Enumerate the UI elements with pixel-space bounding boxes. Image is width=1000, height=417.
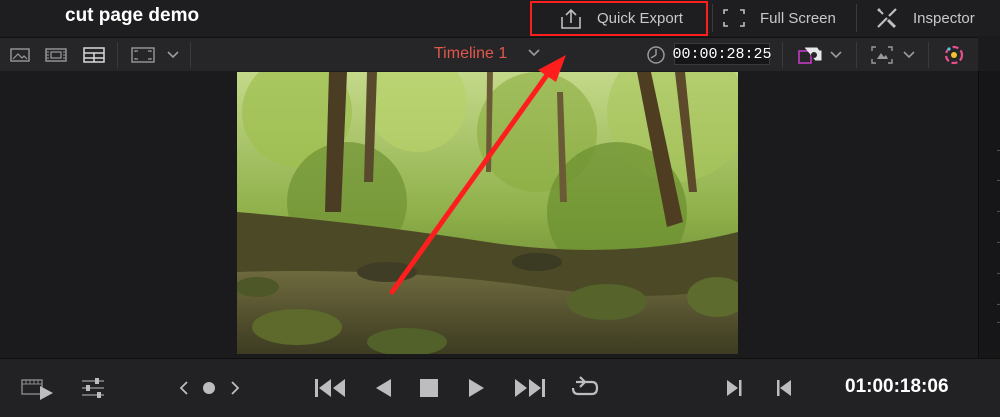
divider: [782, 42, 783, 68]
chevron-down-icon: [830, 50, 842, 58]
prev-icon: [179, 381, 188, 395]
center-dot-button[interactable]: [199, 359, 219, 417]
multi-view-button[interactable]: [80, 38, 108, 71]
chevron-down-icon: [903, 50, 915, 58]
skip-back-icon: [315, 379, 345, 397]
mark-in-button[interactable]: [720, 359, 748, 417]
camera-dropdown[interactable]: [794, 38, 846, 71]
timeline-dropdown[interactable]: [527, 46, 541, 65]
divider: [190, 42, 191, 68]
play-button[interactable]: [462, 359, 492, 417]
inspector-label: Inspector: [913, 9, 975, 27]
divider: [928, 42, 929, 68]
current-timecode: 01:00:18:06: [845, 376, 949, 397]
color-wheel-icon: [944, 45, 964, 64]
duration-timecode: 00:00:28:25: [672, 43, 772, 65]
mark-out-button[interactable]: [770, 359, 798, 417]
mark-in-icon: [727, 380, 742, 396]
audio-meter-scale: - - - - - - -: [978, 71, 1000, 358]
inspector-icon: [877, 8, 897, 29]
top-bar: cut page demo Quick Export Full Screen I…: [0, 0, 1000, 36]
film-strip-button[interactable]: [42, 38, 70, 71]
chevron-down-icon: [528, 49, 540, 57]
next-button[interactable]: [225, 359, 245, 417]
play-clip-button[interactable]: [18, 359, 58, 417]
viewer-toolbar: Timeline 1 00:00:28:25: [0, 37, 978, 72]
skip-to-end-button[interactable]: [510, 359, 550, 417]
quick-export-button[interactable]: Quick Export: [530, 1, 708, 36]
quick-export-label: Quick Export: [597, 10, 683, 27]
stop-button[interactable]: [414, 359, 444, 417]
full-screen-label: Full Screen: [760, 9, 836, 27]
chevron-down-icon: [167, 50, 179, 58]
film-strip-icon: [45, 47, 67, 62]
skip-to-start-button[interactable]: [310, 359, 350, 417]
dot-icon: [203, 382, 215, 394]
previous-button[interactable]: [174, 359, 194, 417]
multi-view-icon: [83, 46, 105, 63]
divider: [856, 42, 857, 68]
transform-icon: [871, 45, 893, 64]
sliders-icon: [82, 378, 104, 398]
transport-bar: 01:00:18:06: [0, 358, 1000, 417]
viewer-size-dropdown[interactable]: [126, 38, 184, 71]
next-icon: [231, 381, 240, 395]
quick-export-icon: [561, 8, 581, 29]
mark-out-icon: [777, 380, 791, 396]
viewer-size-icon: [131, 46, 155, 63]
transform-dropdown[interactable]: [866, 38, 920, 71]
skip-forward-icon: [515, 379, 545, 397]
stop-icon: [420, 379, 438, 397]
timeline-name[interactable]: Timeline 1: [434, 45, 507, 63]
inspector-button[interactable]: Inspector: [875, 0, 975, 36]
full-screen-button[interactable]: Full Screen: [722, 0, 836, 36]
forest-stream-image: [237, 72, 738, 354]
divider: [856, 4, 857, 32]
image-icon: [10, 47, 30, 62]
loop-icon: [571, 376, 599, 396]
divider: [712, 4, 713, 32]
play-clip-icon: [21, 379, 53, 400]
play-reverse-icon: [376, 379, 391, 397]
image-view-button[interactable]: [7, 38, 33, 71]
play-icon: [469, 379, 484, 397]
loop-button[interactable]: [566, 359, 604, 417]
color-button[interactable]: [938, 38, 970, 71]
clock-button[interactable]: [644, 38, 668, 71]
clock-icon: [647, 45, 665, 64]
camera-icon: [798, 47, 822, 64]
divider: [117, 42, 118, 68]
settings-sliders-button[interactable]: [76, 359, 110, 417]
full-screen-icon: [723, 9, 745, 27]
play-reverse-button[interactable]: [368, 359, 398, 417]
video-frame: [237, 72, 738, 354]
project-title: cut page demo: [65, 5, 200, 26]
